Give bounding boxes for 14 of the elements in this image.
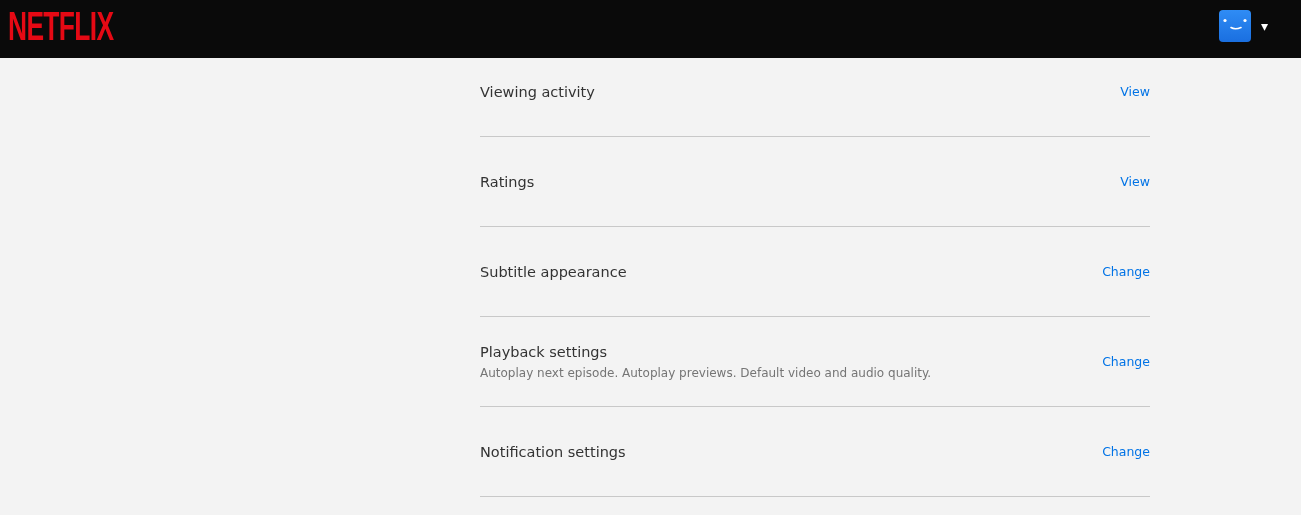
setting-label: Ratings [480,173,535,190]
action-link[interactable]: Change [1102,444,1150,459]
logo[interactable]: NETFLIX [8,8,114,43]
setting-label: Playback settings [480,343,608,360]
caret-icon[interactable]: ▾ [1260,19,1268,33]
setting-label: Notification settings [480,443,626,460]
setting-label: Viewing activity [480,83,595,100]
action-link[interactable]: Change [1102,264,1150,279]
action-link[interactable]: View [1120,174,1150,189]
action-link[interactable]: View [1120,84,1150,99]
action-link[interactable]: Change [1102,354,1150,369]
setting-description: Autoplay next episode. Autoplay previews. Default video and audio quality. [480,365,932,380]
avatar-icon[interactable] [1218,10,1251,42]
setting-label: Subtitle appearance [480,263,627,280]
